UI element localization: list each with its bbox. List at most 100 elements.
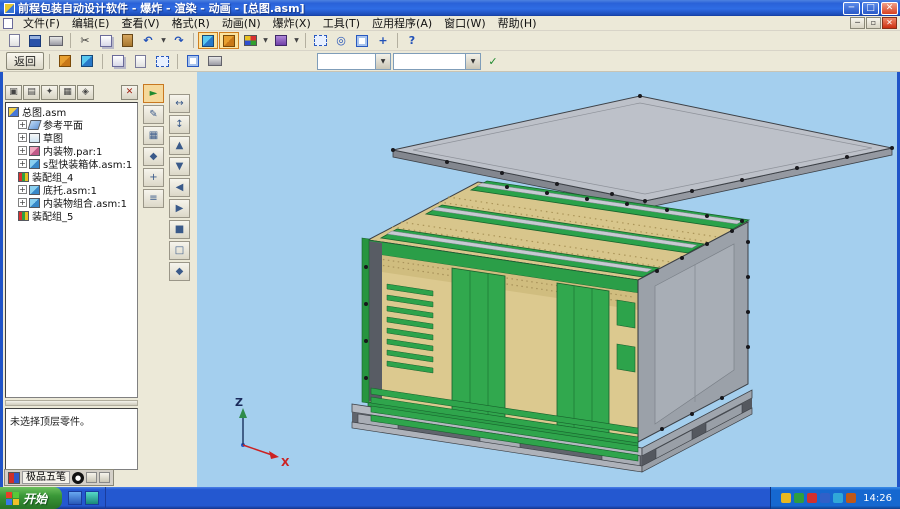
expander-icon[interactable]: + (18, 185, 27, 194)
expander-icon[interactable]: + (18, 146, 27, 155)
menu-tools[interactable]: 工具(T) (317, 14, 366, 32)
quick-launch-icon-1[interactable] (68, 491, 82, 505)
unexplode-button[interactable] (77, 53, 97, 70)
menu-file[interactable]: 文件(F) (17, 14, 66, 32)
solid-display-button[interactable]: ■ (169, 220, 190, 239)
menu-window[interactable]: 窗口(W) (438, 14, 491, 32)
document-icon[interactable] (3, 18, 13, 29)
copy-button[interactable] (96, 32, 116, 49)
render-view-button[interactable] (219, 32, 239, 49)
list-tool-button[interactable]: ≡ (143, 189, 164, 208)
child-close-button[interactable]: ✕ (882, 17, 897, 29)
toolbar-separator (305, 33, 306, 48)
antivirus-tray-icon[interactable] (794, 493, 804, 503)
pan-button[interactable]: + (373, 32, 393, 49)
chevron-down-icon[interactable]: ▼ (375, 54, 390, 69)
tab-family[interactable]: ✦ (41, 85, 58, 100)
panel-splitter[interactable] (5, 400, 138, 406)
move-left-button[interactable]: ◀ (169, 178, 190, 197)
subassembly-icon (29, 198, 40, 208)
settings-button[interactable] (205, 53, 225, 70)
part-tool-button[interactable]: ◆ (143, 147, 164, 166)
return-button[interactable]: 返回 (6, 52, 44, 70)
update-tray-icon[interactable] (846, 493, 856, 503)
paste-button[interactable] (117, 32, 137, 49)
quick-launch-icon-2[interactable] (85, 491, 99, 505)
viewport-3d[interactable]: Z X (197, 72, 897, 487)
undo-button[interactable]: ↶ (138, 32, 158, 49)
network-tray-icon[interactable] (820, 493, 830, 503)
menu-help[interactable]: 帮助(H) (492, 14, 543, 32)
select-tool-button[interactable]: ► (143, 84, 164, 103)
grid-tool-button[interactable]: ▦ (143, 126, 164, 145)
ime-mode-icon[interactable]: ● (72, 472, 84, 484)
expander-icon[interactable]: + (18, 198, 27, 207)
assembly-icon (8, 107, 19, 117)
maximize-button[interactable]: □ (862, 2, 879, 15)
move-down-button[interactable]: ▼ (169, 157, 190, 176)
print-button[interactable] (46, 32, 66, 49)
wireframe-display-button[interactable]: □ (169, 241, 190, 260)
cut-button[interactable]: ✂ (75, 32, 95, 49)
redo-button[interactable]: ↷ (169, 32, 189, 49)
fit-view-button[interactable] (352, 32, 372, 49)
material-dropdown[interactable]: ▼ (292, 37, 301, 44)
tree-item-group5[interactable]: 装配组_5 (6, 209, 137, 222)
new-document-button[interactable] (4, 32, 24, 49)
child-minimize-button[interactable]: ─ (850, 17, 865, 29)
expander-icon[interactable]: + (18, 159, 27, 168)
minimize-button[interactable]: ─ (843, 2, 860, 15)
palette-dropdown[interactable]: ▼ (261, 37, 270, 44)
menu-view[interactable]: 查看(V) (115, 14, 165, 32)
chevron-down-icon[interactable]: ▼ (465, 54, 480, 69)
menu-edit[interactable]: 编辑(E) (66, 14, 116, 32)
ime-options-icon[interactable] (99, 472, 110, 483)
ime-name-label[interactable]: 极品五笔 (22, 471, 70, 484)
ime-lang-icon[interactable] (8, 472, 20, 484)
shaded-view-button[interactable] (198, 32, 218, 49)
unbind-part-button[interactable] (130, 53, 150, 70)
tab-layers[interactable]: ◈ (77, 85, 94, 100)
close-button[interactable]: ✕ (881, 2, 898, 15)
explode-auto-button[interactable] (55, 53, 75, 70)
menu-explode[interactable]: 爆炸(X) (267, 14, 317, 32)
apply-button[interactable]: ✓ (483, 53, 503, 70)
collapse-button[interactable] (152, 53, 172, 70)
move-vertical-button[interactable]: ↕ (169, 115, 190, 134)
messenger-tray-icon[interactable] (833, 493, 843, 503)
explode-distance-combo[interactable]: ▼ (317, 53, 391, 70)
flow-line-button[interactable] (183, 53, 203, 70)
panel-close-button[interactable]: ✕ (121, 85, 138, 100)
tree-item-ref-planes[interactable]: + 参考平面 (6, 118, 137, 131)
sketch-tool-button[interactable]: ✎ (143, 105, 164, 124)
volume-tray-icon[interactable] (781, 493, 791, 503)
tab-sensors[interactable]: ▦ (59, 85, 76, 100)
material-button[interactable] (271, 32, 291, 49)
add-tool-button[interactable]: + (143, 168, 164, 187)
bind-part-button[interactable] (108, 53, 128, 70)
alert-tray-icon[interactable] (807, 493, 817, 503)
move-up-button[interactable]: ▲ (169, 136, 190, 155)
color-palette-button[interactable] (240, 32, 260, 49)
expander-icon[interactable]: + (18, 133, 27, 142)
start-button[interactable]: 开始 (0, 487, 62, 509)
expander-icon[interactable]: + (18, 120, 27, 129)
model-canvas[interactable]: Z X (197, 72, 897, 487)
taskbar-clock[interactable]: 14:26 (863, 493, 892, 504)
child-restore-button[interactable]: ▫ (866, 17, 881, 29)
ime-keyboard-icon[interactable] (86, 472, 97, 483)
zoom-area-button[interactable] (310, 32, 330, 49)
menu-format[interactable]: 格式(R) (166, 14, 216, 32)
zoom-button[interactable]: ◎ (331, 32, 351, 49)
explode-config-combo[interactable]: ▼ (393, 53, 481, 70)
move-right-button[interactable]: ▶ (169, 199, 190, 218)
tab-library[interactable]: ▤ (23, 85, 40, 100)
move-horizontal-button[interactable]: ↔ (169, 94, 190, 113)
menu-animation[interactable]: 动画(N) (216, 14, 267, 32)
help-select-button[interactable]: ? (402, 32, 422, 49)
diamond-tool-button[interactable]: ◆ (169, 262, 190, 281)
undo-dropdown[interactable]: ▼ (159, 37, 168, 44)
save-button[interactable] (25, 32, 45, 49)
menu-applications[interactable]: 应用程序(A) (366, 14, 438, 32)
tab-assembly-tree[interactable]: ▣ (5, 85, 22, 100)
